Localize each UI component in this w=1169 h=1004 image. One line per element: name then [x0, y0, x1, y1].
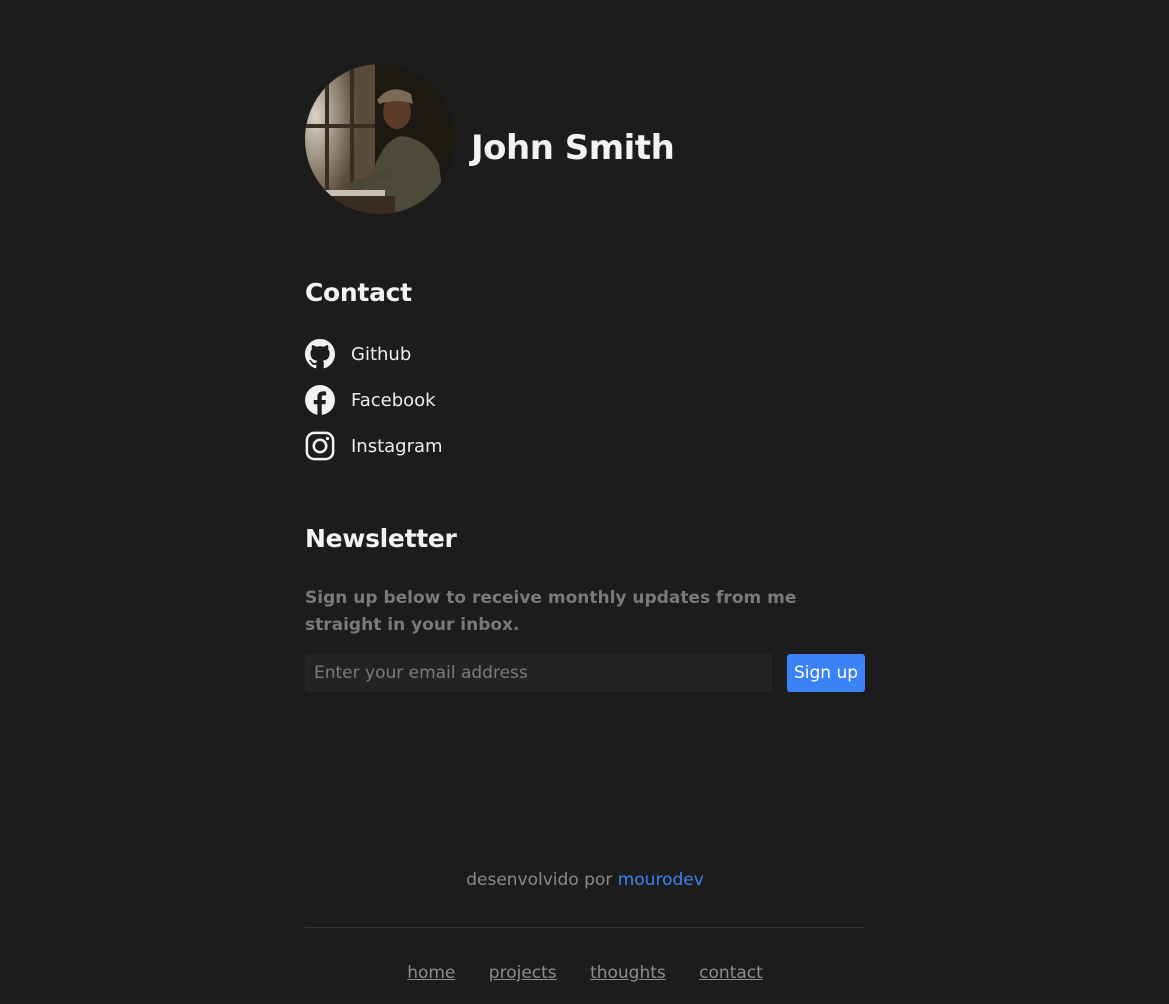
- contact-label: Github: [351, 343, 412, 365]
- newsletter-heading: Newsletter: [305, 524, 457, 553]
- contact-link-facebook[interactable]: Facebook: [305, 384, 865, 416]
- footer-divider: [305, 927, 865, 928]
- github-icon: [305, 339, 335, 369]
- footer-link-thoughts[interactable]: thoughts: [590, 963, 666, 983]
- avatar: [305, 64, 455, 214]
- credit-link[interactable]: mourodev: [618, 870, 704, 890]
- credit-text: desenvolvido por: [466, 870, 613, 890]
- signup-button[interactable]: Sign up: [787, 654, 865, 692]
- instagram-icon: [305, 431, 335, 461]
- email-input[interactable]: [305, 654, 772, 692]
- contact-link-instagram[interactable]: Instagram: [305, 430, 865, 462]
- contact-list: Github Facebook Instagram: [305, 338, 865, 476]
- contact-heading: Contact: [305, 278, 412, 307]
- contact-label: Facebook: [351, 389, 436, 411]
- footer-credit: desenvolvido por mourodev: [305, 870, 865, 890]
- footer-nav: home projects thoughts contact: [305, 963, 865, 983]
- footer-link-contact[interactable]: contact: [699, 963, 763, 983]
- contact-label: Instagram: [351, 435, 443, 457]
- facebook-icon: [305, 385, 335, 415]
- profile-name: John Smith: [471, 128, 675, 168]
- footer-link-home[interactable]: home: [407, 963, 455, 983]
- newsletter-form: Sign up: [305, 654, 865, 692]
- newsletter-description: Sign up below to receive monthly updates…: [305, 588, 797, 635]
- profile-header: John Smith: [305, 64, 865, 214]
- footer-link-projects[interactable]: projects: [489, 963, 557, 983]
- contact-link-github[interactable]: Github: [305, 338, 865, 370]
